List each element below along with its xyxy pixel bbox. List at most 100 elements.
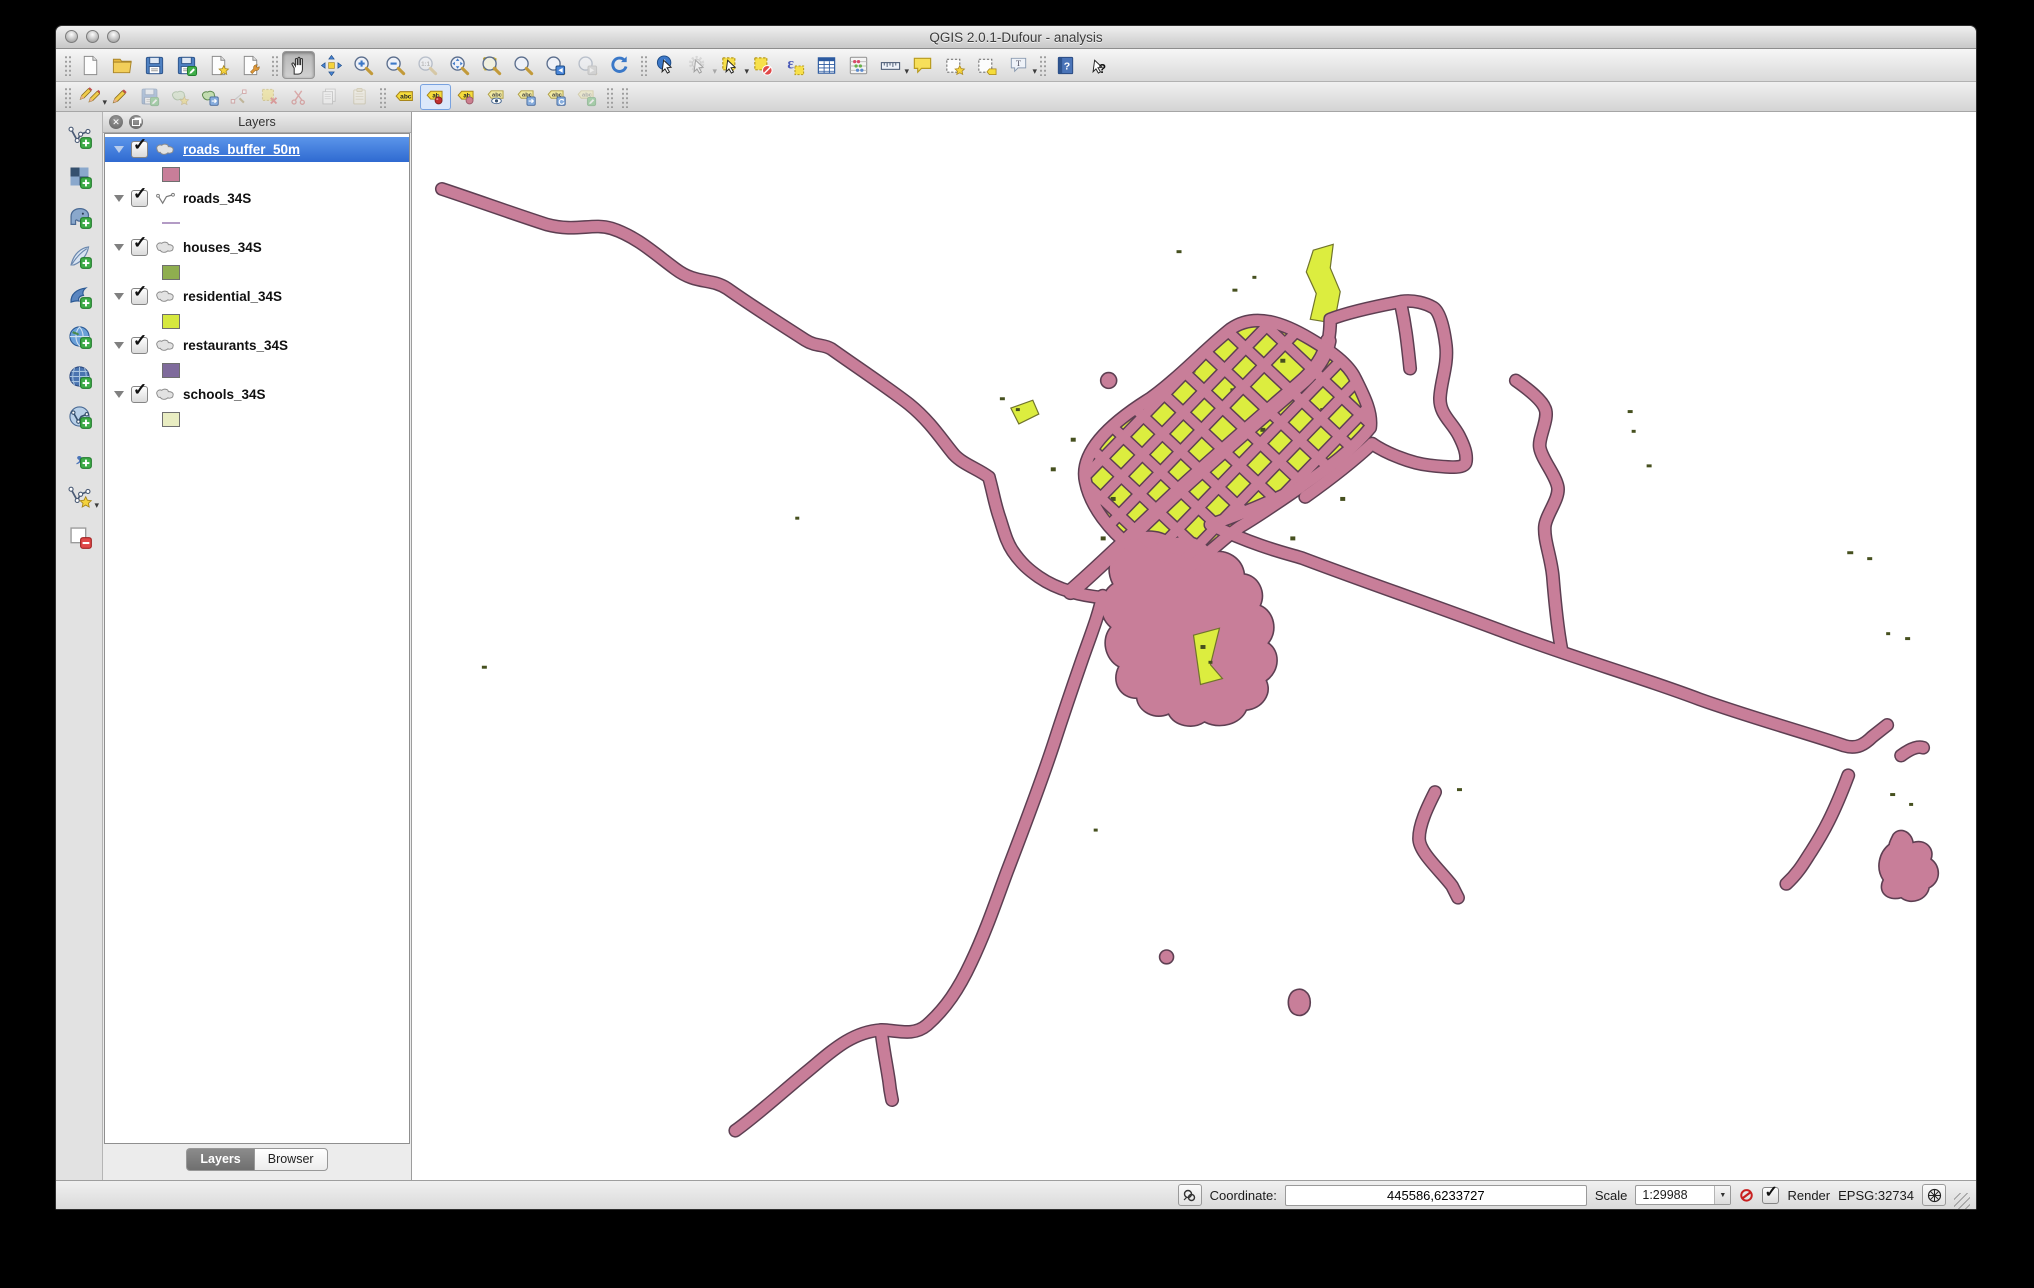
render-label: Render <box>1787 1187 1831 1203</box>
panel-tab-browser[interactable]: Browser <box>253 1148 328 1171</box>
identify-icon <box>655 54 678 77</box>
field-calculator-button[interactable] <box>843 52 874 78</box>
layer-symbology-row <box>105 211 409 235</box>
projection-button[interactable] <box>1922 1184 1946 1206</box>
remove-layer-button[interactable] <box>62 520 96 552</box>
attribute-table-button[interactable] <box>811 52 842 78</box>
new-shapefile-layer-icon <box>66 483 93 510</box>
minimize-window-button[interactable] <box>86 30 99 43</box>
add-mssql-layer-button[interactable] <box>62 280 96 312</box>
add-delimited-text-layer-button[interactable] <box>62 440 96 472</box>
layer-item-roads_buffer_50m[interactable]: roads_buffer_50m <box>105 135 409 162</box>
zoom-full-button[interactable] <box>444 52 475 78</box>
layer-visibility-checkbox[interactable] <box>131 233 148 256</box>
label-move-button[interactable] <box>420 83 451 110</box>
labeling-button[interactable] <box>390 85 419 109</box>
panel-tab-layers[interactable]: Layers <box>186 1148 254 1171</box>
pan-button[interactable] <box>282 51 315 79</box>
layer-visibility-checkbox[interactable] <box>131 331 148 354</box>
open-project-button[interactable] <box>107 52 138 78</box>
map-tips-button[interactable] <box>907 52 938 78</box>
save-project-button[interactable] <box>139 52 170 78</box>
help-button[interactable] <box>1050 52 1081 78</box>
polygon-layer-icon <box>155 142 176 157</box>
new-shapefile-layer-button[interactable] <box>62 480 99 512</box>
layer-swatch <box>162 222 180 224</box>
identify-button[interactable] <box>651 52 682 78</box>
zoom-out-button[interactable] <box>380 52 411 78</box>
title-bar[interactable]: QGIS 2.0.1-Dufour - analysis <box>56 26 1976 49</box>
layer-visibility-checkbox[interactable] <box>131 380 148 403</box>
layer-visibility-checkbox[interactable] <box>131 282 148 305</box>
refresh-button[interactable] <box>604 52 635 78</box>
annotation-button[interactable] <box>1003 52 1037 78</box>
map-canvas[interactable] <box>412 112 1976 1180</box>
add-postgis-layer-button[interactable] <box>62 200 96 232</box>
expand-triangle-icon[interactable] <box>114 391 124 398</box>
layer-visibility-checkbox[interactable] <box>131 135 148 158</box>
add-vector-layer-button[interactable] <box>62 120 96 152</box>
new-composer-button[interactable] <box>203 52 234 78</box>
zoom-layer-button[interactable] <box>508 52 539 78</box>
expand-triangle-icon[interactable] <box>114 342 124 349</box>
add-wfs-layer-button[interactable] <box>62 400 96 432</box>
whats-this-button[interactable] <box>1082 52 1113 78</box>
save-project-icon <box>143 54 166 77</box>
coordinate-input[interactable] <box>1284 1184 1587 1206</box>
expand-triangle-icon[interactable] <box>114 293 124 300</box>
layer-item-residential_34S[interactable]: residential_34S <box>105 282 409 309</box>
render-checkbox[interactable] <box>1762 1182 1780 1204</box>
whats-this-icon <box>1086 54 1109 77</box>
remove-layer-icon <box>66 523 93 550</box>
select-features-button[interactable] <box>715 52 749 78</box>
layers-panel: ✕ Layers roads_buffer_50m roads_34Shouses… <box>103 112 412 1180</box>
layer-visibility-checkbox[interactable] <box>131 184 148 207</box>
label-pin-button[interactable] <box>452 85 481 109</box>
toolbar-separator <box>63 54 71 76</box>
expand-triangle-icon[interactable] <box>114 146 124 153</box>
add-raster-layer-button[interactable] <box>62 160 96 192</box>
pan-to-selection-button[interactable] <box>316 52 347 78</box>
add-wms-layer-button[interactable] <box>62 320 96 352</box>
new-bookmark-icon <box>943 54 966 77</box>
show-bookmarks-button[interactable] <box>971 52 1002 78</box>
new-bookmark-button[interactable] <box>939 52 970 78</box>
layer-item-schools_34S[interactable]: schools_34S <box>105 380 409 407</box>
resize-grip[interactable] <box>1954 1193 1970 1209</box>
add-wcs-layer-button[interactable] <box>62 360 96 392</box>
status-bar: Coordinate: Scale 1:29988 ▼ ⊘ Render EPS… <box>56 1180 1976 1209</box>
close-window-button[interactable] <box>65 30 78 43</box>
layer-item-restaurants_34S[interactable]: restaurants_34S <box>105 331 409 358</box>
layer-symbology-row <box>105 309 409 333</box>
move-feature-button[interactable] <box>195 85 224 109</box>
annotation-icon <box>1007 54 1030 77</box>
select-expression-button[interactable] <box>779 52 810 78</box>
panel-dock-icon[interactable] <box>129 115 143 129</box>
zoom-last-button[interactable] <box>540 52 571 78</box>
expand-triangle-icon[interactable] <box>114 244 124 251</box>
zoom-native-button <box>412 52 443 78</box>
stop-render-icon[interactable]: ⊘ <box>1738 1184 1756 1206</box>
label-showhide-button[interactable] <box>482 85 511 109</box>
current-edits-button[interactable] <box>75 85 107 109</box>
composer-manager-button[interactable] <box>235 52 266 78</box>
layer-item-houses_34S[interactable]: houses_34S <box>105 233 409 260</box>
extents-toggle-button[interactable] <box>1177 1184 1202 1206</box>
layer-swatch <box>162 411 180 427</box>
zoom-in-button[interactable] <box>348 52 379 78</box>
measure-button[interactable] <box>875 52 909 78</box>
layer-tree: roads_buffer_50m roads_34S houses_34Sresid… <box>104 133 410 1144</box>
add-spatialite-layer-button[interactable] <box>62 240 96 272</box>
expand-triangle-icon[interactable] <box>114 195 124 202</box>
zoom-selection-button[interactable] <box>476 52 507 78</box>
new-project-button[interactable] <box>75 52 106 78</box>
label-arrow-button[interactable] <box>512 85 541 109</box>
layer-item-roads_34S[interactable]: roads_34S <box>105 184 409 211</box>
zoom-window-button[interactable] <box>107 30 120 43</box>
panel-close-icon[interactable]: ✕ <box>109 115 123 129</box>
deselect-features-button[interactable] <box>747 52 778 78</box>
save-project-as-button[interactable] <box>171 52 202 78</box>
toggle-editing-button[interactable] <box>105 85 134 109</box>
label-rotate-button[interactable] <box>542 85 571 109</box>
scale-combo[interactable]: 1:29988 ▼ <box>1635 1185 1732 1205</box>
